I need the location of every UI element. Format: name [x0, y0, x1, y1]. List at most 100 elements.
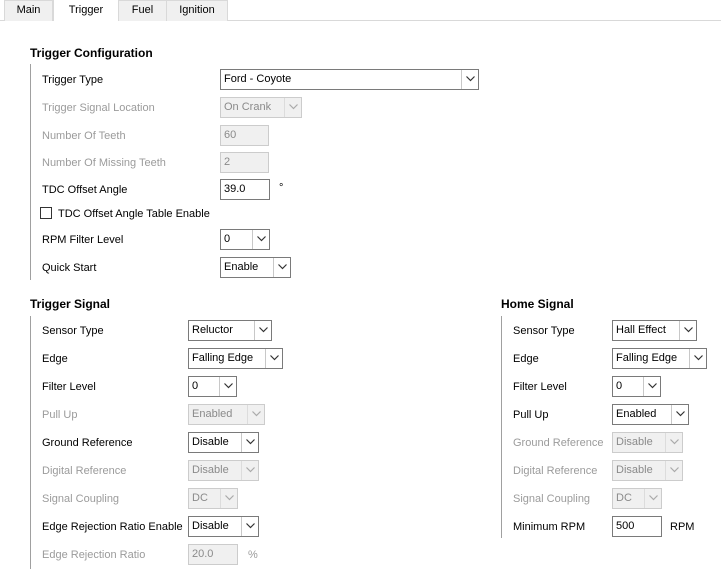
tdc-offset-unit: ° — [279, 182, 284, 194]
minimum-rpm-unit: RPM — [670, 521, 695, 533]
trigger-filter-level-select[interactable]: 0 — [188, 376, 237, 397]
home-edge-select[interactable]: Falling Edge — [612, 348, 707, 369]
minimum-rpm-input[interactable]: 500 — [612, 516, 662, 537]
home-signal-title: Home Signal — [501, 297, 574, 311]
trigger-sensor-type-value: Reluctor — [192, 324, 233, 336]
trigger-type-select[interactable]: Ford - Coyote — [220, 69, 479, 90]
chevron-down-icon[interactable] — [219, 377, 236, 396]
number-of-teeth-label: Number Of Teeth — [42, 130, 126, 142]
chevron-down-icon[interactable] — [665, 433, 682, 452]
trigger-configuration-group-line — [30, 64, 31, 280]
chevron-down-icon[interactable] — [252, 230, 269, 249]
edge-rejection-enable-select[interactable]: Disable — [188, 516, 259, 537]
trigger-digital-reference-label: Digital Reference — [42, 465, 127, 477]
chevron-down-icon[interactable] — [679, 321, 696, 340]
home-signal-group-line — [501, 316, 502, 538]
tdc-table-enable-label: TDC Offset Angle Table Enable — [58, 208, 210, 220]
tab-main[interactable]: Main — [4, 0, 53, 21]
chevron-down-icon[interactable] — [461, 70, 478, 89]
tab-fuel[interactable]: Fuel — [118, 0, 167, 21]
chevron-down-icon[interactable] — [247, 405, 264, 424]
trigger-signal-location-select[interactable]: On Crank — [220, 97, 302, 118]
trigger-edge-value: Falling Edge — [192, 352, 254, 364]
tab-bar: Main Trigger Fuel Ignition — [0, 0, 721, 21]
trigger-signal-coupling-label: Signal Coupling — [42, 493, 120, 505]
trigger-edge-select[interactable]: Falling Edge — [188, 348, 283, 369]
trigger-digital-reference-value: Disable — [192, 464, 229, 476]
trigger-ground-reference-value: Disable — [192, 436, 229, 448]
home-digital-reference-value: Disable — [616, 464, 653, 476]
chevron-down-icon[interactable] — [689, 349, 706, 368]
number-of-missing-teeth-label: Number Of Missing Teeth — [42, 157, 166, 169]
trigger-type-value: Ford - Coyote — [224, 73, 292, 85]
home-edge-value: Falling Edge — [616, 352, 678, 364]
home-digital-reference-label: Digital Reference — [513, 465, 598, 477]
chevron-down-icon[interactable] — [671, 405, 688, 424]
tdc-offset-angle-input[interactable]: 39.0 — [220, 179, 270, 200]
chevron-down-icon[interactable] — [273, 258, 290, 277]
chevron-down-icon[interactable] — [254, 321, 271, 340]
home-sensor-type-select[interactable]: Hall Effect — [612, 320, 697, 341]
home-signal-coupling-select[interactable]: DC — [612, 488, 662, 509]
edge-rejection-ratio-unit: % — [248, 549, 258, 561]
edge-rejection-enable-label: Edge Rejection Ratio Enable — [42, 521, 183, 533]
trigger-signal-title: Trigger Signal — [30, 297, 111, 311]
chevron-down-icon[interactable] — [220, 489, 237, 508]
trigger-signal-location-value: On Crank — [224, 101, 272, 113]
minimum-rpm-label: Minimum RPM — [513, 521, 586, 533]
home-sensor-type-label: Sensor Type — [513, 325, 575, 337]
home-signal-coupling-value: DC — [616, 492, 632, 504]
quick-start-label: Quick Start — [42, 262, 97, 274]
number-of-teeth-input[interactable]: 60 — [220, 125, 269, 146]
chevron-down-icon[interactable] — [643, 377, 660, 396]
trigger-pull-up-select[interactable]: Enabled — [188, 404, 265, 425]
home-filter-level-select[interactable]: 0 — [612, 376, 661, 397]
trigger-pull-up-value: Enabled — [192, 408, 233, 420]
home-ground-reference-select[interactable]: Disable — [612, 432, 683, 453]
home-edge-label: Edge — [513, 353, 539, 365]
chevron-down-icon[interactable] — [284, 98, 301, 117]
trigger-filter-level-value: 0 — [192, 380, 199, 392]
trigger-configuration-title: Trigger Configuration — [30, 46, 153, 60]
tdc-table-enable-checkbox[interactable] — [40, 207, 52, 219]
home-sensor-type-value: Hall Effect — [616, 324, 666, 336]
trigger-ground-reference-label: Ground Reference — [42, 437, 133, 449]
home-filter-level-value: 0 — [616, 380, 623, 392]
trigger-signal-group-line — [30, 316, 31, 569]
tab-trigger[interactable]: Trigger — [53, 0, 119, 21]
rpm-filter-level-label: RPM Filter Level — [42, 234, 124, 246]
home-ground-reference-value: Disable — [616, 436, 653, 448]
trigger-sensor-type-label: Sensor Type — [42, 325, 104, 337]
trigger-filter-level-label: Filter Level — [42, 381, 96, 393]
chevron-down-icon[interactable] — [644, 489, 661, 508]
chevron-down-icon[interactable] — [241, 517, 258, 536]
trigger-digital-reference-select[interactable]: Disable — [188, 460, 259, 481]
edge-rejection-ratio-input[interactable]: 20.0 — [188, 544, 238, 565]
edge-rejection-ratio-label: Edge Rejection Ratio — [42, 549, 146, 561]
chevron-down-icon[interactable] — [665, 461, 682, 480]
trigger-pull-up-label: Pull Up — [42, 409, 78, 421]
trigger-edge-label: Edge — [42, 353, 68, 365]
trigger-sensor-type-select[interactable]: Reluctor — [188, 320, 272, 341]
trigger-signal-coupling-select[interactable]: DC — [188, 488, 238, 509]
number-of-missing-teeth-input[interactable]: 2 — [220, 152, 269, 173]
rpm-filter-level-value: 0 — [224, 233, 231, 245]
chevron-down-icon[interactable] — [241, 461, 258, 480]
tdc-offset-angle-label: TDC Offset Angle — [42, 184, 128, 196]
home-signal-coupling-label: Signal Coupling — [513, 493, 591, 505]
home-pull-up-label: Pull Up — [513, 409, 549, 421]
tab-ignition[interactable]: Ignition — [166, 0, 228, 21]
home-digital-reference-select[interactable]: Disable — [612, 460, 683, 481]
home-pull-up-value: Enabled — [616, 408, 657, 420]
chevron-down-icon[interactable] — [265, 349, 282, 368]
quick-start-value: Enable — [224, 261, 259, 273]
home-filter-level-label: Filter Level — [513, 381, 567, 393]
rpm-filter-level-select[interactable]: 0 — [220, 229, 270, 250]
edge-rejection-enable-value: Disable — [192, 520, 229, 532]
trigger-signal-location-label: Trigger Signal Location — [42, 102, 155, 114]
trigger-type-label: Trigger Type — [42, 74, 104, 86]
chevron-down-icon[interactable] — [241, 433, 258, 452]
home-pull-up-select[interactable]: Enabled — [612, 404, 689, 425]
quick-start-select[interactable]: Enable — [220, 257, 291, 278]
trigger-ground-reference-select[interactable]: Disable — [188, 432, 259, 453]
